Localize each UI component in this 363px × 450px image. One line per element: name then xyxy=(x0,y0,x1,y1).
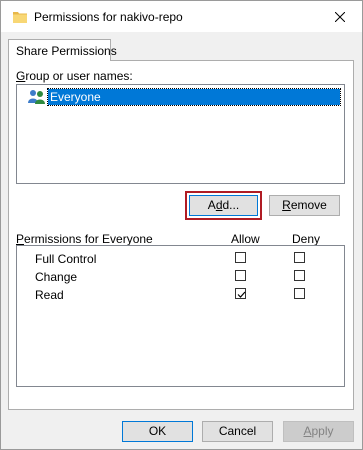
window-title: Permissions for nakivo-repo xyxy=(34,10,183,24)
permission-name: Full Control xyxy=(35,252,97,266)
deny-checkbox-change[interactable] xyxy=(294,270,305,281)
permissions-dialog: Permissions for nakivo-repo Share Permis… xyxy=(0,0,363,450)
tab-label: Share Permissions xyxy=(16,44,117,58)
folder-icon xyxy=(13,11,27,23)
deny-checkbox-full-control[interactable] xyxy=(294,252,305,263)
deny-header: Deny xyxy=(292,232,321,246)
users-group-icon xyxy=(28,89,46,105)
group-list-label: Group or user names: xyxy=(16,69,133,83)
tab-share-permissions[interactable]: Share Permissions xyxy=(8,39,117,61)
checkmark-icon xyxy=(237,291,246,298)
add-button[interactable]: Add... xyxy=(189,195,258,216)
permissions-list: Full Control Change Read xyxy=(16,245,345,387)
close-icon xyxy=(335,11,345,22)
allow-checkbox-change[interactable] xyxy=(235,270,246,281)
deny-checkbox-read[interactable] xyxy=(294,288,305,299)
permissions-header: Permissions for Everyone xyxy=(16,232,153,246)
allow-checkbox-full-control[interactable] xyxy=(235,252,246,263)
ok-button[interactable]: OK xyxy=(122,421,193,442)
apply-button[interactable]: Apply xyxy=(283,421,354,442)
close-button[interactable] xyxy=(318,1,362,32)
permission-name: Read xyxy=(35,288,64,302)
allow-checkbox-read[interactable] xyxy=(235,288,246,299)
permission-row-change: Change xyxy=(17,268,344,286)
group-user-list[interactable]: Everyone xyxy=(16,84,345,184)
group-name: Everyone xyxy=(47,88,341,106)
list-item[interactable]: Everyone xyxy=(28,88,341,106)
remove-button[interactable]: Remove xyxy=(269,195,340,216)
permission-name: Change xyxy=(35,270,78,284)
allow-header: Allow xyxy=(231,232,260,246)
title-bar[interactable]: Permissions for nakivo-repo xyxy=(1,1,362,32)
permission-row-read: Read xyxy=(17,286,344,304)
cancel-button[interactable]: Cancel xyxy=(202,421,273,442)
permission-row-full-control: Full Control xyxy=(17,250,344,268)
